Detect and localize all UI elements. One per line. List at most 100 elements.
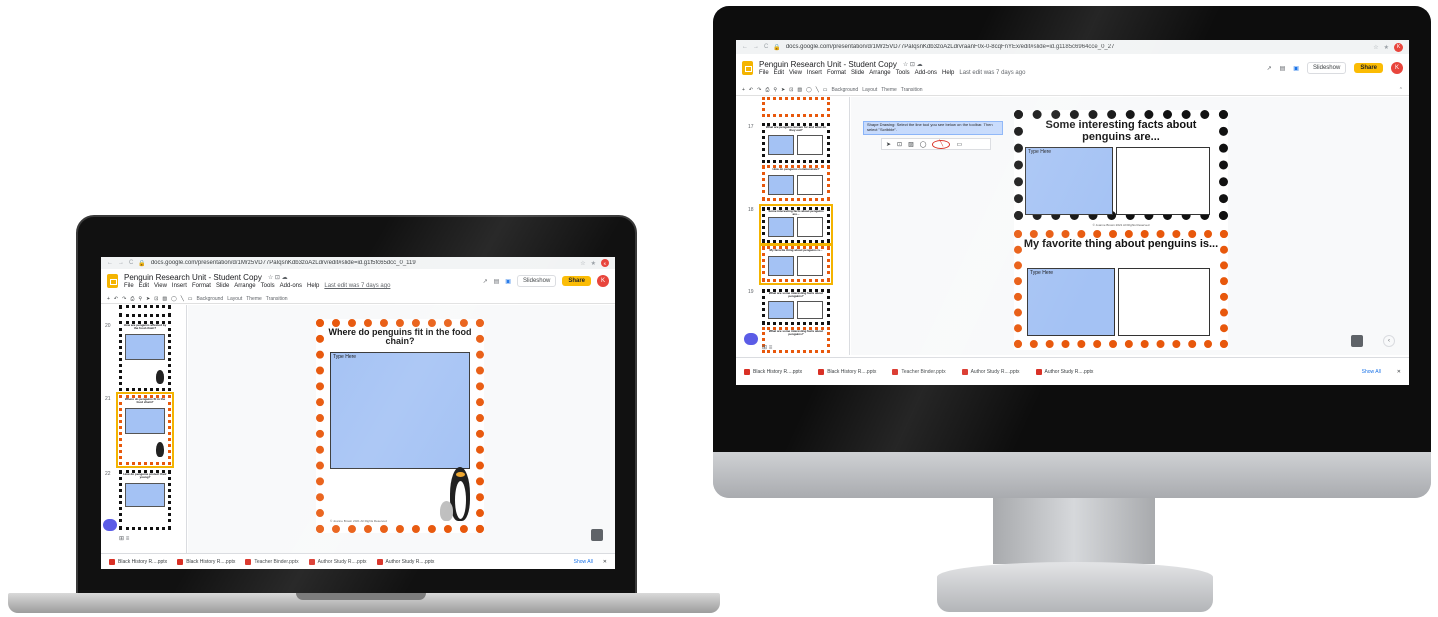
slide-thumbnail[interactable]: What are some interesting facts about pe… xyxy=(762,289,830,325)
menu-tools[interactable]: Tools xyxy=(261,283,275,289)
select-icon[interactable]: ➤ xyxy=(781,87,785,93)
select-icon[interactable]: ➤ xyxy=(146,296,150,302)
url-text[interactable]: docs.google.com/presentation/d/1Mrz5VD77… xyxy=(151,260,416,266)
slide-title-bottom[interactable]: My favorite thing about penguins is... xyxy=(1022,238,1220,251)
title-icons[interactable]: ☆ ⊡ ☁ xyxy=(268,274,288,281)
download-item[interactable]: Black History R....pptx xyxy=(744,368,802,375)
explore-icon[interactable] xyxy=(591,529,603,541)
menu-arrange[interactable]: Arrange xyxy=(869,70,890,76)
explore-icon[interactable] xyxy=(1351,335,1363,347)
filmstrip-view-icons[interactable]: ⊞ ≡ xyxy=(762,344,772,351)
download-item[interactable]: Black History R....pptx xyxy=(109,558,167,565)
drawing-box[interactable] xyxy=(1116,147,1210,215)
menu-tools[interactable]: Tools xyxy=(896,70,910,76)
zoom-icon[interactable]: ⚲ xyxy=(138,296,142,302)
menu-slide[interactable]: Slide xyxy=(216,283,229,289)
line-icon[interactable]: ╲ xyxy=(816,87,819,93)
download-item[interactable]: Author Study R....pptx xyxy=(1035,368,1093,375)
reload-icon[interactable]: C xyxy=(764,44,768,50)
type-here-box[interactable]: Type Here xyxy=(1027,268,1115,336)
show-all-downloads[interactable]: Show All xyxy=(1362,369,1381,375)
comments-icon[interactable]: ▤ xyxy=(1280,65,1286,72)
toolbar-layout[interactable]: Layout xyxy=(862,87,877,93)
menu-slide[interactable]: Slide xyxy=(851,70,864,76)
undo-icon[interactable]: ↶ xyxy=(114,296,118,302)
star-icon[interactable]: ☆ xyxy=(580,260,585,267)
toolbar-background[interactable]: Background xyxy=(197,296,224,302)
star-icon[interactable]: ☆ xyxy=(1373,44,1378,51)
slide-thumbnail[interactable]: How are penguins affected by the food ch… xyxy=(119,321,171,391)
menu-addons[interactable]: Add-ons xyxy=(915,70,937,76)
last-edit-link[interactable]: Last edit was 7 days ago xyxy=(324,283,390,289)
user-avatar[interactable]: K xyxy=(1391,62,1403,74)
collapse-menu-icon[interactable]: ⌃ xyxy=(1399,87,1403,93)
side-panel-toggle-icon[interactable]: ‹ xyxy=(1383,335,1395,347)
menu-addons[interactable]: Add-ons xyxy=(280,283,302,289)
slide[interactable]: Some interesting facts about penguins ar… xyxy=(1014,110,1228,350)
meet-icon[interactable]: ▣ xyxy=(505,278,511,285)
print-icon[interactable]: ⎙ xyxy=(765,87,769,93)
drawing-box[interactable] xyxy=(1118,268,1210,336)
menu-insert[interactable]: Insert xyxy=(172,283,187,289)
image-icon[interactable]: ▨ xyxy=(797,87,802,93)
slide-thumbnail-selected[interactable]: Where do penguins fit in the food chain? xyxy=(116,392,174,468)
meet-fab-icon[interactable] xyxy=(744,333,758,345)
reload-icon[interactable]: C xyxy=(129,260,133,266)
toolbar-transition[interactable]: Transition xyxy=(901,87,923,93)
slide-thumbnail[interactable]: How do penguins communicate? xyxy=(762,165,830,201)
shape-icon[interactable]: ◯ xyxy=(171,296,177,302)
shape-icon[interactable]: ◯ xyxy=(920,141,927,148)
menu-view[interactable]: View xyxy=(154,283,167,289)
image-icon[interactable]: ▨ xyxy=(162,296,167,302)
toolbar-transition[interactable]: Transition xyxy=(266,296,288,302)
download-item[interactable]: Author Study R....pptx xyxy=(308,558,367,565)
undo-icon[interactable]: ↶ xyxy=(749,87,753,93)
slide-thumbnail[interactable]: How do penguins protect their young? xyxy=(119,470,171,530)
back-icon[interactable]: ← xyxy=(742,44,748,50)
meet-icon[interactable]: ▣ xyxy=(1293,65,1299,72)
slide-title-top[interactable]: Some interesting facts about penguins ar… xyxy=(1023,119,1219,143)
zoom-icon[interactable]: ⚲ xyxy=(773,87,777,93)
menu-view[interactable]: View xyxy=(789,70,802,76)
toolbar-background[interactable]: Background xyxy=(832,87,859,93)
forward-icon[interactable]: → xyxy=(753,44,759,50)
download-item[interactable]: Black History R....pptx xyxy=(818,368,876,375)
comments-icon[interactable]: ▤ xyxy=(494,278,500,285)
line-tool-highlight-icon[interactable]: ╲ xyxy=(932,139,951,149)
menu-file[interactable]: File xyxy=(759,70,769,76)
slide-thumbnail[interactable] xyxy=(762,97,830,117)
menu-arrange[interactable]: Arrange xyxy=(234,283,255,289)
menu-edit[interactable]: Edit xyxy=(139,283,149,289)
print-icon[interactable]: ⎙ xyxy=(130,296,134,302)
last-edit-link[interactable]: Last edit was 7 days ago xyxy=(959,70,1025,76)
textbox-icon[interactable]: ⊡ xyxy=(789,87,793,93)
menu-insert[interactable]: Insert xyxy=(807,70,822,76)
filmstrip-view-icons[interactable]: ⊞ ≡ xyxy=(119,535,129,542)
forward-icon[interactable]: → xyxy=(118,260,124,266)
meet-fab-icon[interactable] xyxy=(103,519,117,531)
toolbar-theme[interactable]: Theme xyxy=(246,296,262,302)
redo-icon[interactable]: ↷ xyxy=(122,296,126,302)
textbox-icon[interactable]: ⊡ xyxy=(897,141,902,148)
extensions-icon[interactable]: ★ xyxy=(591,260,596,267)
shape-icon[interactable]: ◯ xyxy=(806,87,812,93)
download-item[interactable]: Teacher Binder.pptx xyxy=(245,558,299,565)
download-item[interactable]: Black History R....pptx xyxy=(177,558,235,565)
menu-help[interactable]: Help xyxy=(942,70,954,76)
download-item[interactable]: Teacher Binder.pptx xyxy=(892,368,946,375)
redo-icon[interactable]: ↷ xyxy=(757,87,761,93)
share-button[interactable]: Share xyxy=(1354,63,1383,73)
select-icon[interactable]: ➤ xyxy=(886,141,891,148)
image-icon[interactable]: ▨ xyxy=(908,141,914,148)
extensions-icon[interactable]: ★ xyxy=(1384,44,1389,51)
slide-thumbnail-selected[interactable]: Some interesting facts about penguins ar… xyxy=(759,204,833,246)
url-text[interactable]: docs.google.com/presentation/d/1Mrz5VD77… xyxy=(786,44,1115,50)
slideshow-button[interactable]: Slideshow xyxy=(516,275,557,287)
slide-thumbnail[interactable]: What are penguins known for and what do … xyxy=(762,123,830,163)
slide-thumbnail-selected[interactable]: My favorite thing about penguins is... xyxy=(759,243,833,285)
menu-file[interactable]: File xyxy=(124,283,134,289)
download-item[interactable]: Author Study R....pptx xyxy=(376,558,434,565)
activity-icon[interactable]: ↗ xyxy=(1267,65,1272,72)
slides-logo-icon[interactable] xyxy=(742,61,753,75)
menu-edit[interactable]: Edit xyxy=(774,70,784,76)
